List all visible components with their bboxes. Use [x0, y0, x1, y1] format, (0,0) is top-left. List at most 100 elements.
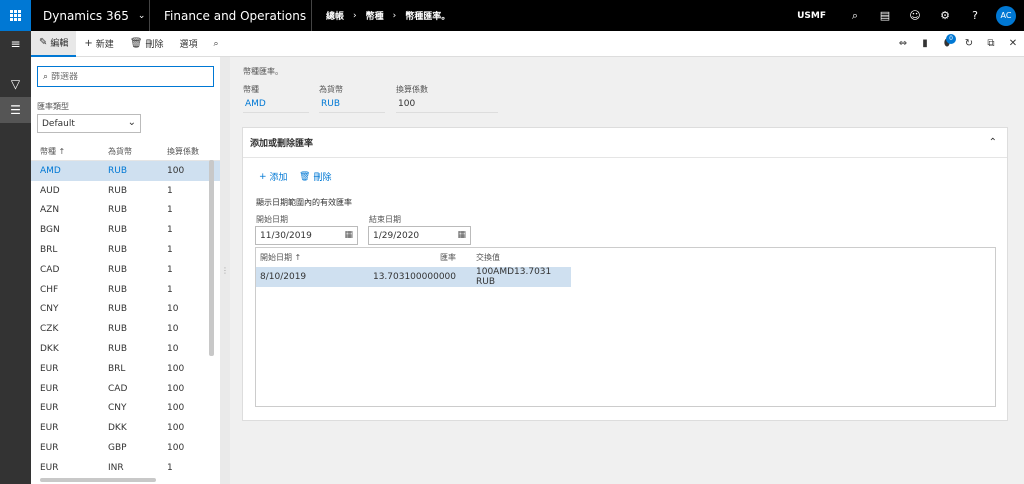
breadcrumb-item[interactable]: 幣種匯率。 [405, 9, 450, 22]
open-new-window-icon[interactable]: ⧉ [980, 31, 1002, 57]
cell-from: AZN [40, 205, 60, 216]
cell-to: INR [108, 462, 124, 473]
new-button[interactable]: + 新建 [76, 31, 121, 57]
column-header-rate[interactable]: 匯率 [371, 252, 466, 263]
cell-from: CNY [40, 304, 59, 315]
avatar[interactable]: AC [996, 5, 1016, 26]
list-row[interactable]: CZK RUB 10 [31, 319, 220, 339]
list-row[interactable]: BGN RUB 1 [31, 220, 220, 240]
currency-list-grid: 幣種 ↑ 為貨幣 換算係數 AMD RUB 100 AUD RUB 1 AZN RUB 1 BGN… [31, 143, 220, 478]
refresh-icon[interactable]: ↻ [958, 31, 980, 57]
cell-to: GBP [108, 443, 127, 454]
list-row[interactable]: EUR INR 1 [31, 458, 220, 478]
filter-icon[interactable]: ▽ [0, 71, 31, 97]
list-row[interactable]: EUR BRL 100 [31, 359, 220, 379]
horizontal-scrollbar[interactable] [40, 478, 156, 482]
add-rate-button[interactable]: + 添加 [259, 170, 288, 184]
vertical-scrollbar[interactable] [209, 160, 214, 356]
chevron-up-icon[interactable]: ⌃ [989, 137, 997, 148]
options-button[interactable]: 選項 [172, 31, 206, 57]
cell-to: RUB [108, 225, 128, 236]
cell-factor: 100 [167, 403, 185, 414]
section-header[interactable]: 添加或刪除匯率 ⌃ [243, 128, 1007, 158]
start-date-label: 開始日期 [256, 215, 288, 224]
list-row[interactable]: CHF RUB 1 [31, 280, 220, 300]
search-icon[interactable]: ⌕ [206, 31, 227, 57]
sort-ascending-icon: ↑ [58, 147, 66, 156]
list-icon[interactable]: ☰ [0, 97, 31, 123]
feedback-smiley-icon[interactable]: ☺ [900, 0, 930, 31]
cell-to: BRL [108, 363, 126, 374]
office-icon[interactable]: ▮ [914, 31, 936, 57]
edit-button[interactable]: ✎ 編輯 [31, 30, 77, 57]
cell-factor: 1 [167, 245, 173, 256]
gear-icon[interactable]: ⚙ [930, 0, 960, 31]
link-icon[interactable]: ⇔ [892, 31, 914, 57]
list-row[interactable]: EUR GBP 100 [31, 438, 220, 458]
list-row[interactable]: EUR CAD 100 [31, 379, 220, 399]
column-header-start-date[interactable]: 開始日期 ↑ [256, 252, 371, 263]
start-date-input[interactable]: 11/30/2019 ▦ [255, 226, 358, 245]
chevron-right-icon: › [353, 10, 357, 21]
close-icon[interactable]: ✕ [1002, 31, 1024, 57]
cell-factor: 1 [167, 264, 173, 275]
end-date-input[interactable]: 1/29/2020 ▦ [368, 226, 471, 245]
rate-type-select[interactable]: Default ⌄ [37, 114, 141, 133]
list-row[interactable]: CAD RUB 1 [31, 260, 220, 280]
cell-from: AMD [40, 165, 61, 176]
to-currency-field[interactable]: RUB [319, 96, 385, 113]
cell-factor: 10 [167, 304, 179, 315]
calendar-icon[interactable]: ▦ [344, 230, 353, 240]
cell-from: EUR [40, 383, 59, 394]
hamburger-menu-icon[interactable]: ≡ [0, 31, 31, 57]
cell-to: RUB [108, 205, 128, 216]
currency-field[interactable]: AMD [243, 96, 309, 113]
to-currency-label: 為貨幣 [319, 85, 343, 94]
list-row[interactable]: AZN RUB 1 [31, 201, 220, 221]
cell-factor: 100 [167, 383, 185, 394]
remove-label: 刪除 [313, 173, 332, 183]
message-icon[interactable]: ▤ [870, 0, 900, 31]
filter-box[interactable]: ⌕ [37, 66, 214, 87]
cell-from: BRL [40, 245, 58, 256]
cell-to: RUB [108, 185, 128, 196]
attachment-icon[interactable]: ⬮ 0 [936, 31, 958, 57]
list-row[interactable]: AMD RUB 100 [31, 161, 220, 181]
add-label: 添加 [269, 173, 288, 183]
remove-rate-button[interactable]: 🗑 刪除 [299, 170, 332, 184]
column-header-currency[interactable]: 幣種 ↑ [31, 146, 99, 157]
delete-button[interactable]: 🗑 刪除 [122, 31, 172, 57]
exchange-rates-grid: 開始日期 ↑ 匯率 交換值 8/10/2019 13.703100000000 10… [255, 247, 996, 407]
list-row[interactable]: EUR DKK 100 [31, 418, 220, 438]
module-name[interactable]: Finance and Operations [150, 0, 312, 31]
list-row[interactable]: CNY RUB 10 [31, 300, 220, 320]
help-icon[interactable]: ? [960, 0, 990, 31]
breadcrumb-item[interactable]: 幣種 [366, 9, 384, 22]
company-picker[interactable]: USMF [797, 11, 826, 21]
cell-factor: 10 [167, 344, 179, 355]
new-label: 新建 [95, 40, 114, 50]
list-row[interactable]: AUD RUB 1 [31, 181, 220, 201]
column-header-to-currency[interactable]: 為貨幣 [99, 146, 167, 157]
plus-icon: + [259, 171, 267, 182]
cell-factor: 10 [167, 324, 179, 335]
breadcrumb-item[interactable]: 總帳 [326, 9, 344, 22]
filter-input[interactable] [51, 71, 202, 82]
column-header-exchange[interactable]: 交換值 [466, 252, 571, 263]
cell-to: DKK [108, 423, 127, 434]
factor-field[interactable]: 100 [396, 96, 498, 113]
table-row[interactable]: 8/10/2019 13.703100000000 100AMD13.7031 RU… [256, 267, 571, 287]
app-name-button[interactable]: Dynamics 365 ⌄ [31, 0, 150, 31]
list-row[interactable]: BRL RUB 1 [31, 240, 220, 260]
calendar-icon[interactable]: ▦ [457, 230, 466, 240]
cell-factor: 1 [167, 462, 173, 473]
list-row[interactable]: EUR CNY 100 [31, 399, 220, 419]
cell-from: EUR [40, 363, 59, 374]
pane-splitter[interactable]: ⋮ [220, 57, 230, 484]
search-icon[interactable]: ⌕ [840, 0, 870, 31]
trash-icon: 🗑 [129, 38, 143, 49]
column-header-factor[interactable]: 換算係數 [167, 146, 207, 157]
app-launcher-button[interactable] [0, 0, 31, 31]
list-pane: ⌕ 匯率類型 Default ⌄ 幣種 ↑ 為貨幣 換算係數 AMD RUB 100… [31, 57, 220, 484]
list-row[interactable]: DKK RUB 10 [31, 339, 220, 359]
